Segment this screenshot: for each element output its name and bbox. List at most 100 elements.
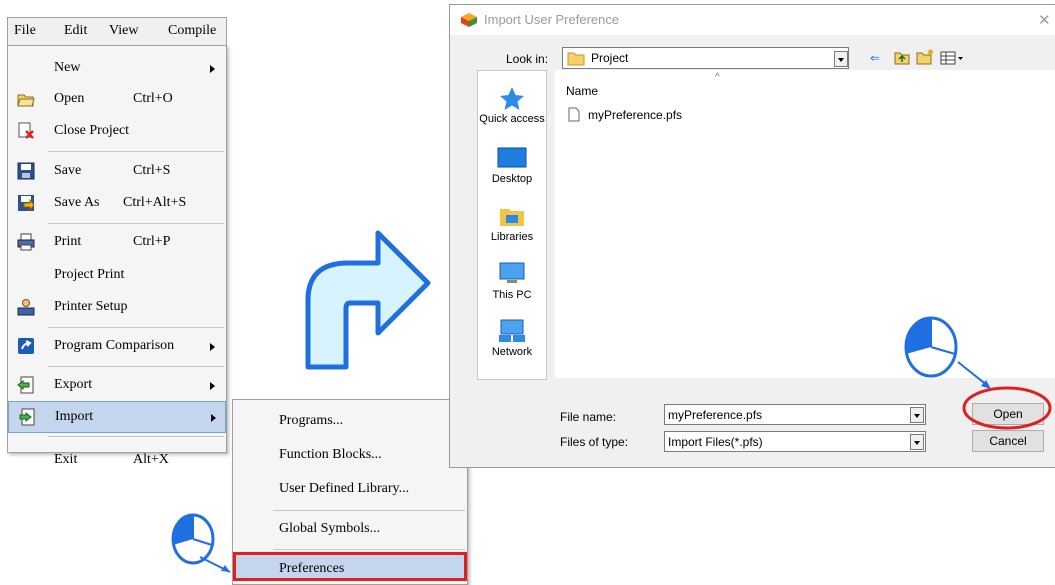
place-label: Desktop — [491, 173, 533, 185]
submenu-item-user-defined-library[interactable]: User Defined Library... — [233, 472, 467, 508]
menu-item-open[interactable]: Open Ctrl+O — [8, 84, 226, 116]
file-name-dropdown-button[interactable] — [910, 407, 924, 423]
menu-item-new[interactable]: New — [8, 53, 226, 85]
dialog-titlebar: Import User Preference ✕ — [450, 5, 1055, 35]
menu-compile[interactable]: Compile — [168, 23, 216, 39]
submenu-item-global-symbols[interactable]: Global Symbols... — [233, 512, 467, 548]
place-quick-access[interactable]: Quick access — [478, 85, 546, 125]
submenu-item-programs[interactable]: Programs... — [233, 404, 467, 440]
menu-view[interactable]: View — [109, 23, 138, 39]
submenu-arrow-icon — [210, 382, 215, 390]
files-of-type-dropdown-button[interactable] — [910, 434, 924, 450]
menu-item-label: Open — [54, 91, 85, 106]
files-of-type-dropdown[interactable]: Import Files(*.pfs) — [664, 431, 926, 452]
menu-item-label: Program Comparison — [54, 338, 175, 353]
menu-item-program-comparison[interactable]: Program Comparison — [8, 331, 226, 363]
menu-item-exit[interactable]: Exit Alt+X — [8, 420, 226, 467]
menu-item-project-print[interactable]: Project Print — [8, 260, 226, 292]
menu-item-export[interactable]: Export — [8, 370, 226, 402]
star-icon — [500, 87, 524, 110]
flow-arrow-icon — [305, 230, 431, 370]
place-label: Libraries — [490, 231, 534, 243]
menu-item-label: Print — [54, 234, 82, 249]
files-of-type-label: Files of type: — [560, 435, 629, 449]
shortcut-label: Ctrl+P — [133, 234, 171, 249]
file-name-label: File name: — [560, 410, 617, 424]
folder-open-icon — [17, 94, 35, 107]
svg-text:✱: ✱ — [927, 49, 934, 57]
menu-separator — [273, 510, 465, 511]
shortcut-label: Alt+X — [133, 452, 169, 467]
sort-chevron-icon: ^ — [715, 72, 720, 83]
save-as-icon — [18, 195, 35, 212]
view-menu-icon[interactable] — [940, 51, 964, 65]
network-icon — [499, 319, 525, 342]
menu-item-printer-setup[interactable]: Printer Setup — [8, 292, 226, 324]
menu-item-label: Save — [54, 163, 82, 178]
folder-icon — [567, 52, 585, 66]
place-network[interactable]: Network — [478, 318, 546, 358]
menu-separator — [273, 549, 465, 550]
place-label: Quick access — [479, 113, 545, 125]
back-arrow-icon[interactable]: ⇐ — [870, 51, 880, 65]
look-in-dropdown-button[interactable] — [834, 51, 848, 67]
file-name-input-value: myPreference.pfs — [668, 408, 763, 422]
submenu-item-label: Preferences — [279, 561, 345, 576]
menu-separator — [48, 151, 224, 152]
menu-item-label: Export — [54, 377, 93, 392]
printer-setup-icon — [17, 299, 35, 316]
column-header-name[interactable]: Name — [566, 84, 598, 98]
close-project-icon — [18, 122, 34, 139]
menu-item-label: Project Print — [54, 267, 125, 282]
save-icon — [17, 162, 35, 180]
place-label: This PC — [492, 289, 532, 301]
menu-item-save[interactable]: Save Ctrl+S — [8, 156, 226, 188]
submenu-item-function-blocks[interactable]: Function Blocks... — [233, 438, 467, 474]
step-marker-icon — [904, 316, 991, 389]
file-name-input[interactable]: myPreference.pfs — [664, 404, 926, 425]
menu-separator — [48, 223, 224, 224]
dialog-title: Import User Preference — [484, 12, 620, 27]
look-in-dropdown[interactable]: Project — [562, 47, 849, 69]
file-icon — [568, 107, 580, 122]
menu-item-save-as[interactable]: Save As Ctrl+Alt+S — [8, 188, 226, 220]
app-icon — [461, 13, 477, 27]
files-of-type-value: Import Files(*.pfs) — [668, 435, 763, 449]
places-bar: Quick access Desktop Libraries This PC N… — [477, 70, 547, 380]
menu-item-close-project[interactable]: Close Project — [8, 116, 226, 148]
place-libraries[interactable]: Libraries — [478, 203, 546, 243]
libraries-icon — [500, 209, 524, 226]
shortcut-label: Ctrl+O — [133, 91, 173, 106]
printer-icon — [17, 233, 35, 251]
computer-icon — [499, 262, 525, 283]
submenu-item-label: User Defined Library... — [279, 481, 410, 496]
submenu-item-label: Programs... — [279, 413, 344, 428]
place-this-pc[interactable]: This PC — [478, 261, 546, 301]
file-item[interactable]: myPreference.pfs — [568, 107, 768, 125]
submenu-item-label: Function Blocks... — [279, 447, 382, 462]
menu-edit[interactable]: Edit — [64, 23, 87, 39]
file-name: myPreference.pfs — [588, 108, 683, 122]
submenu-item-preferences[interactable]: Preferences — [233, 552, 467, 581]
step-marker-icon — [171, 513, 231, 573]
new-folder-icon[interactable]: ✱ — [916, 49, 934, 65]
menu-separator — [48, 327, 224, 328]
menu-item-label: Save As — [54, 195, 100, 210]
import-submenu: Programs... Function Blocks... User Defi… — [232, 399, 468, 585]
place-desktop[interactable]: Desktop — [478, 145, 546, 185]
look-in-value: Project — [591, 51, 629, 65]
cancel-button[interactable]: Cancel — [972, 430, 1044, 452]
up-folder-icon[interactable] — [894, 51, 910, 65]
file-menu: New Open Ctrl+O Close Project Save Ctrl+… — [7, 45, 227, 467]
close-icon[interactable]: ✕ — [1038, 11, 1051, 29]
menu-file[interactable]: File — [14, 23, 36, 39]
shortcut-label: Ctrl+Alt+S — [123, 195, 187, 210]
menu-item-print[interactable]: Print Ctrl+P — [8, 227, 226, 259]
menu-separator — [48, 366, 224, 367]
program-comparison-icon — [18, 338, 34, 354]
submenu-arrow-icon — [210, 343, 215, 351]
menu-item-label: New — [54, 60, 81, 75]
look-in-label: Look in: — [506, 52, 549, 66]
submenu-arrow-icon — [210, 65, 215, 73]
place-label: Network — [491, 346, 533, 358]
